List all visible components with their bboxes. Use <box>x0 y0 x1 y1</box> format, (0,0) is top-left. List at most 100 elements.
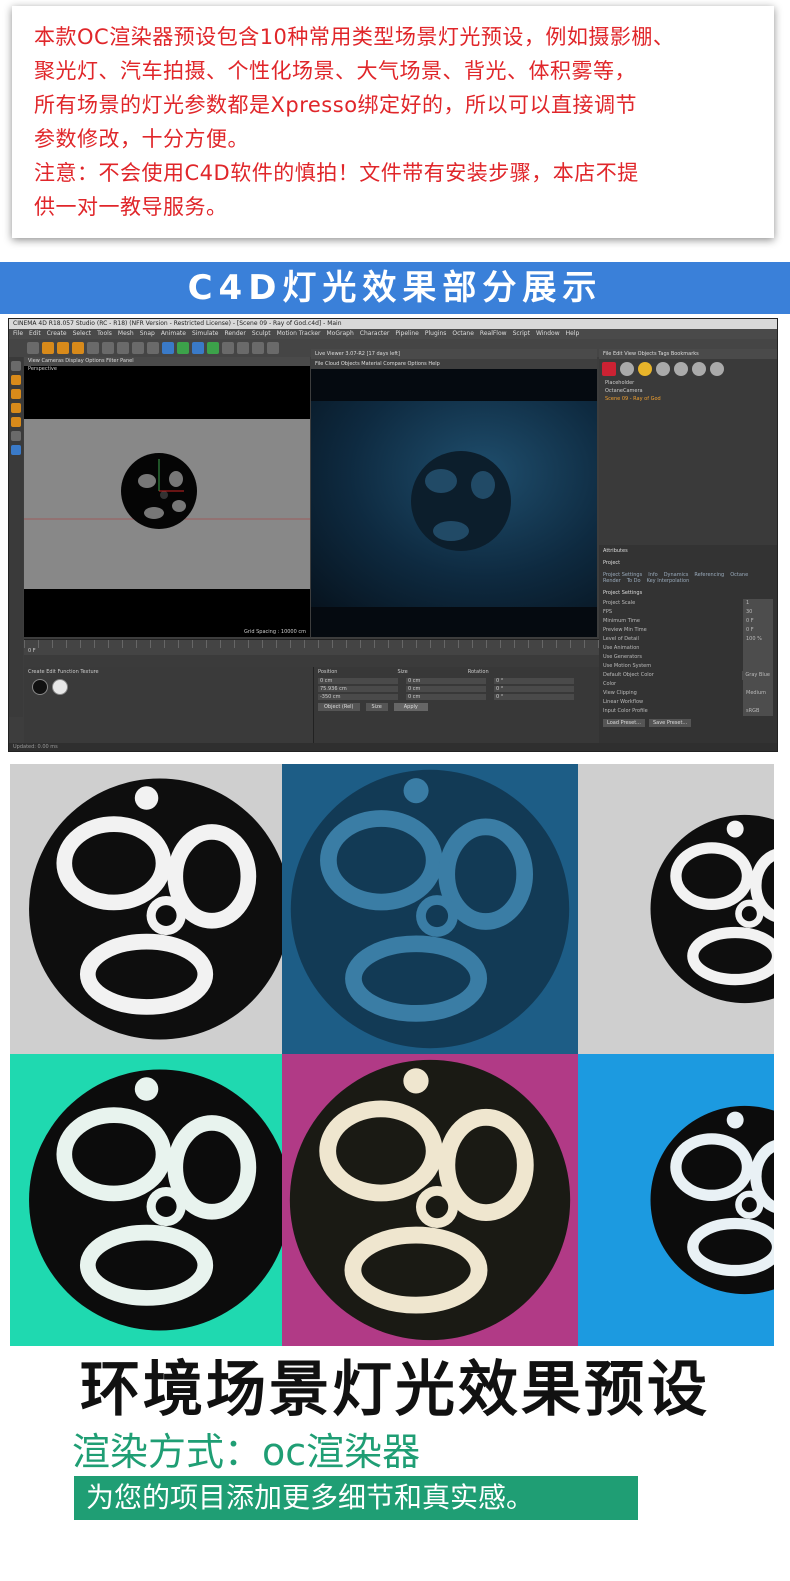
attribute-value[interactable]: 1 <box>743 599 773 608</box>
attribute-value[interactable]: Gray Blue <box>742 671 773 680</box>
polygons-mode-icon[interactable] <box>11 417 21 427</box>
material-swatch[interactable] <box>52 679 68 695</box>
notice-line: 注意：不会使用C4D软件的慎拍！文件带有安装步骤，本店不提 <box>34 161 639 185</box>
menu-item[interactable]: File <box>13 329 23 339</box>
menu-item[interactable]: Window <box>536 329 560 339</box>
coord-field[interactable]: 0 ° <box>494 694 574 700</box>
axis-z-icon[interactable] <box>117 342 129 354</box>
attribute-label: Input Color Profile <box>603 708 648 714</box>
deformer-icon[interactable] <box>222 342 234 354</box>
menu-item[interactable]: Render <box>224 329 245 339</box>
attribute-value[interactable]: 100 % <box>743 635 773 644</box>
points-mode-icon[interactable] <box>11 389 21 399</box>
menu-item[interactable]: Tools <box>97 329 112 339</box>
menu-item[interactable]: RealFlow <box>480 329 507 339</box>
octane-light-icon[interactable] <box>638 362 652 376</box>
menu-item[interactable]: Octane <box>452 329 474 339</box>
coord-field[interactable]: 0 cm <box>406 686 486 692</box>
save-preset-button[interactable]: Save Preset... <box>648 719 692 727</box>
live-viewer[interactable]: Live Viewer 3.07-R2 [17 days left] File … <box>311 349 597 637</box>
undo-icon[interactable] <box>27 342 39 354</box>
cube-icon[interactable] <box>162 342 174 354</box>
menu-item[interactable]: MoGraph <box>327 329 354 339</box>
coord-field[interactable]: 0 ° <box>494 678 574 684</box>
attribute-value[interactable] <box>743 662 773 671</box>
octane-material-icon[interactable] <box>656 362 670 376</box>
subdivision-icon[interactable] <box>177 342 189 354</box>
coord-mode-dropdown[interactable]: Object (Rel) <box>318 703 360 711</box>
attributes-tab[interactable]: To Do <box>627 578 641 584</box>
apply-button[interactable]: Apply <box>393 703 428 711</box>
menu-item[interactable]: Mesh <box>118 329 134 339</box>
light-icon[interactable] <box>267 342 279 354</box>
nurbs-icon[interactable] <box>207 342 219 354</box>
octane-hdri-icon[interactable] <box>710 362 724 376</box>
scale-tool-icon[interactable] <box>57 342 69 354</box>
coord-field[interactable]: 75.936 cm <box>318 686 398 692</box>
texture-mode-icon[interactable] <box>11 375 21 385</box>
viewport-menu[interactable]: View Cameras Display Options Filter Pane… <box>24 357 310 366</box>
model-mode-icon[interactable] <box>11 361 21 371</box>
material-manager-menu[interactable]: Create Edit Function Texture <box>24 667 313 677</box>
coord-field[interactable]: 0 cm <box>406 678 486 684</box>
transport-controls[interactable] <box>24 655 599 667</box>
attribute-label: Use Motion System <box>603 663 652 669</box>
menu-item[interactable]: Script <box>513 329 530 339</box>
edges-mode-icon[interactable] <box>11 403 21 413</box>
menu-item[interactable]: Pipeline <box>395 329 418 339</box>
scene-icon[interactable] <box>237 342 249 354</box>
attribute-value[interactable]: 30 <box>743 608 773 617</box>
attribute-value[interactable]: sRGB <box>743 707 773 716</box>
menu-item[interactable]: Select <box>73 329 92 339</box>
attribute-value[interactable] <box>743 653 773 662</box>
spline-icon[interactable] <box>192 342 204 354</box>
menu-item[interactable]: Create <box>47 329 67 339</box>
octane-sky-icon[interactable] <box>692 362 706 376</box>
object-item[interactable]: Placeholder <box>599 379 777 387</box>
menu-item[interactable]: Plugins <box>425 329 447 339</box>
menu-item[interactable]: Sculpt <box>252 329 271 339</box>
object-item-selected[interactable]: Scene 09 - Ray of God <box>599 395 777 403</box>
perspective-viewport[interactable]: View Cameras Display Options Filter Pane… <box>24 357 310 637</box>
menu-item[interactable]: Simulate <box>192 329 219 339</box>
camera-icon[interactable] <box>252 342 264 354</box>
attribute-value[interactable]: Medium <box>743 689 773 698</box>
snap-icon[interactable] <box>11 431 21 441</box>
attributes-tab[interactable]: Referencing <box>694 572 724 578</box>
menu-item[interactable]: Motion Tracker <box>277 329 321 339</box>
render-view-icon[interactable] <box>132 342 144 354</box>
attribute-value[interactable]: 0 F <box>743 626 773 635</box>
load-preset-button[interactable]: Load Preset... <box>603 719 645 727</box>
attribute-row: Preview Min Time 0 F <box>599 626 777 635</box>
attribute-value[interactable] <box>743 680 773 689</box>
coord-field[interactable]: 0 ° <box>494 686 574 692</box>
timeline[interactable]: 0 F <box>24 639 599 655</box>
menu-item[interactable]: Snap <box>140 329 155 339</box>
octane-render-icon[interactable] <box>602 362 616 376</box>
rotate-tool-icon[interactable] <box>72 342 84 354</box>
material-swatch[interactable] <box>32 679 48 695</box>
menu-item[interactable]: Edit <box>29 329 41 339</box>
attributes-tab[interactable]: Key Interpolation <box>647 578 690 584</box>
object-manager-menu[interactable]: File Edit View Objects Tags Bookmarks <box>599 349 777 359</box>
coord-field[interactable]: -350 cm <box>318 694 398 700</box>
menu-item[interactable]: Help <box>566 329 580 339</box>
size-mode-dropdown[interactable]: Size <box>365 703 388 711</box>
attribute-value[interactable] <box>743 698 773 707</box>
coord-field[interactable]: 0 cm <box>406 694 486 700</box>
object-item[interactable]: OctaneCamera <box>599 387 777 395</box>
live-viewer-menu[interactable]: File Cloud Objects Material Compare Opti… <box>311 359 597 369</box>
menu-item[interactable]: Character <box>360 329 390 339</box>
octane-sphere-icon[interactable] <box>674 362 688 376</box>
coord-field[interactable]: 0 cm <box>318 678 398 684</box>
menu-item[interactable]: Animate <box>161 329 186 339</box>
attributes-tabs[interactable]: Project Settings Info Dynamics Referencing O… <box>599 569 777 587</box>
axis-y-icon[interactable] <box>102 342 114 354</box>
attribute-value[interactable]: 0 F <box>743 617 773 626</box>
render-icon[interactable] <box>147 342 159 354</box>
workplane-icon[interactable] <box>11 445 21 455</box>
octane-camera-icon[interactable] <box>620 362 634 376</box>
move-tool-icon[interactable] <box>42 342 54 354</box>
attribute-value[interactable] <box>743 644 773 653</box>
axis-x-icon[interactable] <box>87 342 99 354</box>
